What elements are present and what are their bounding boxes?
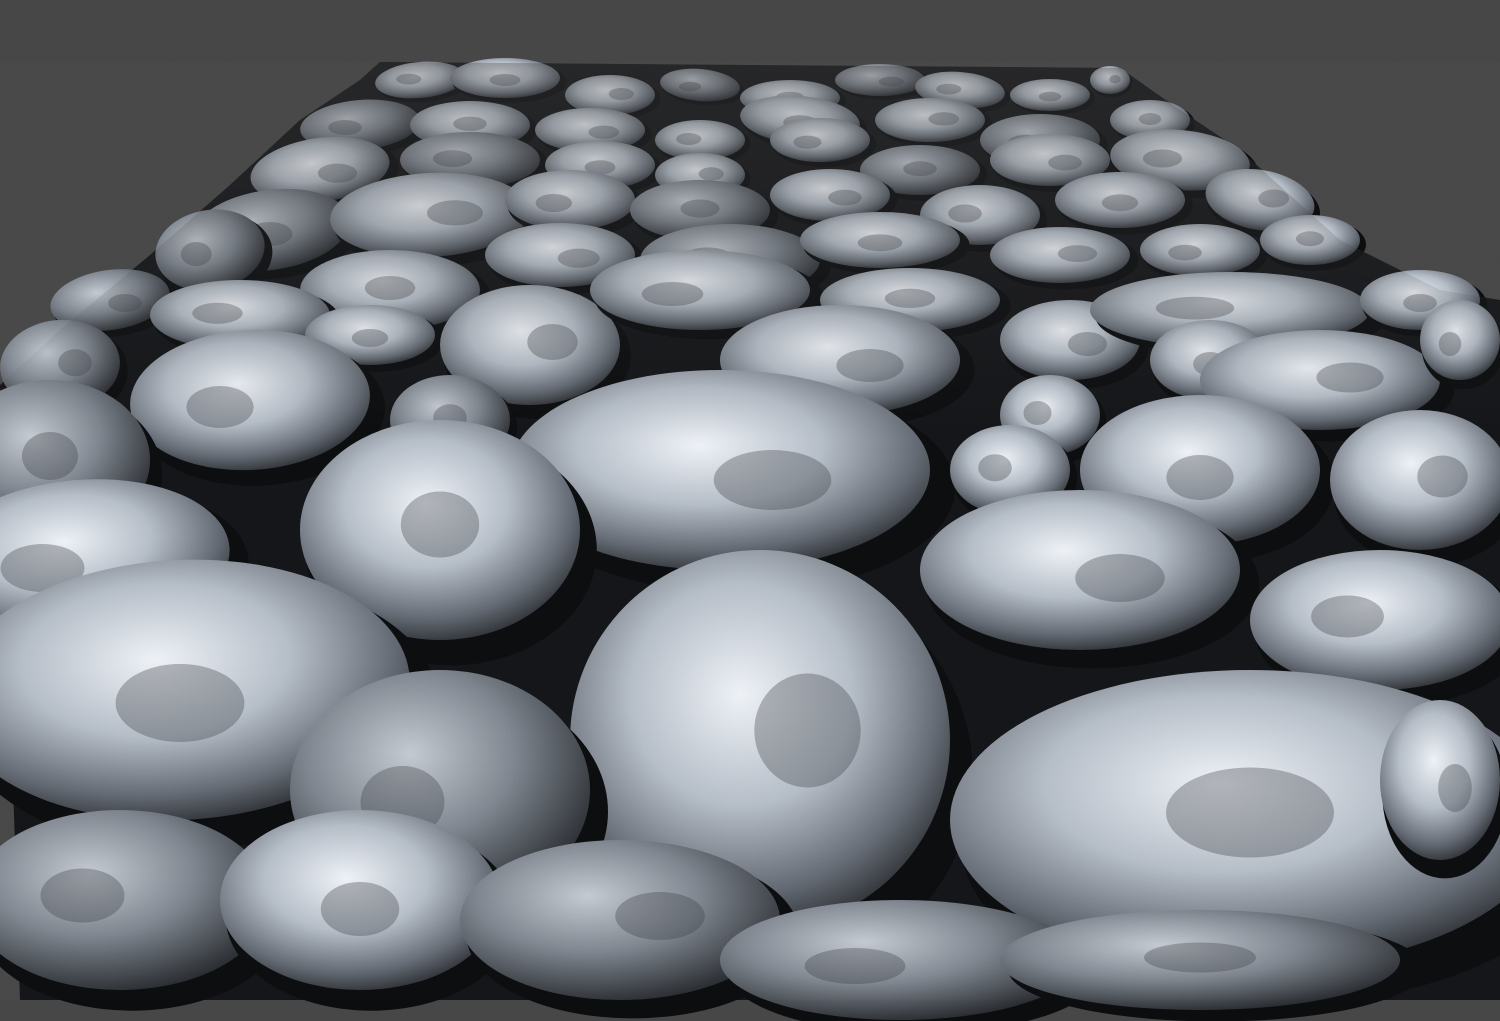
depth-fade [0,62,1500,1000]
3d-viewport[interactable] [0,0,1500,1021]
stone-terrain-render [0,58,1500,1021]
